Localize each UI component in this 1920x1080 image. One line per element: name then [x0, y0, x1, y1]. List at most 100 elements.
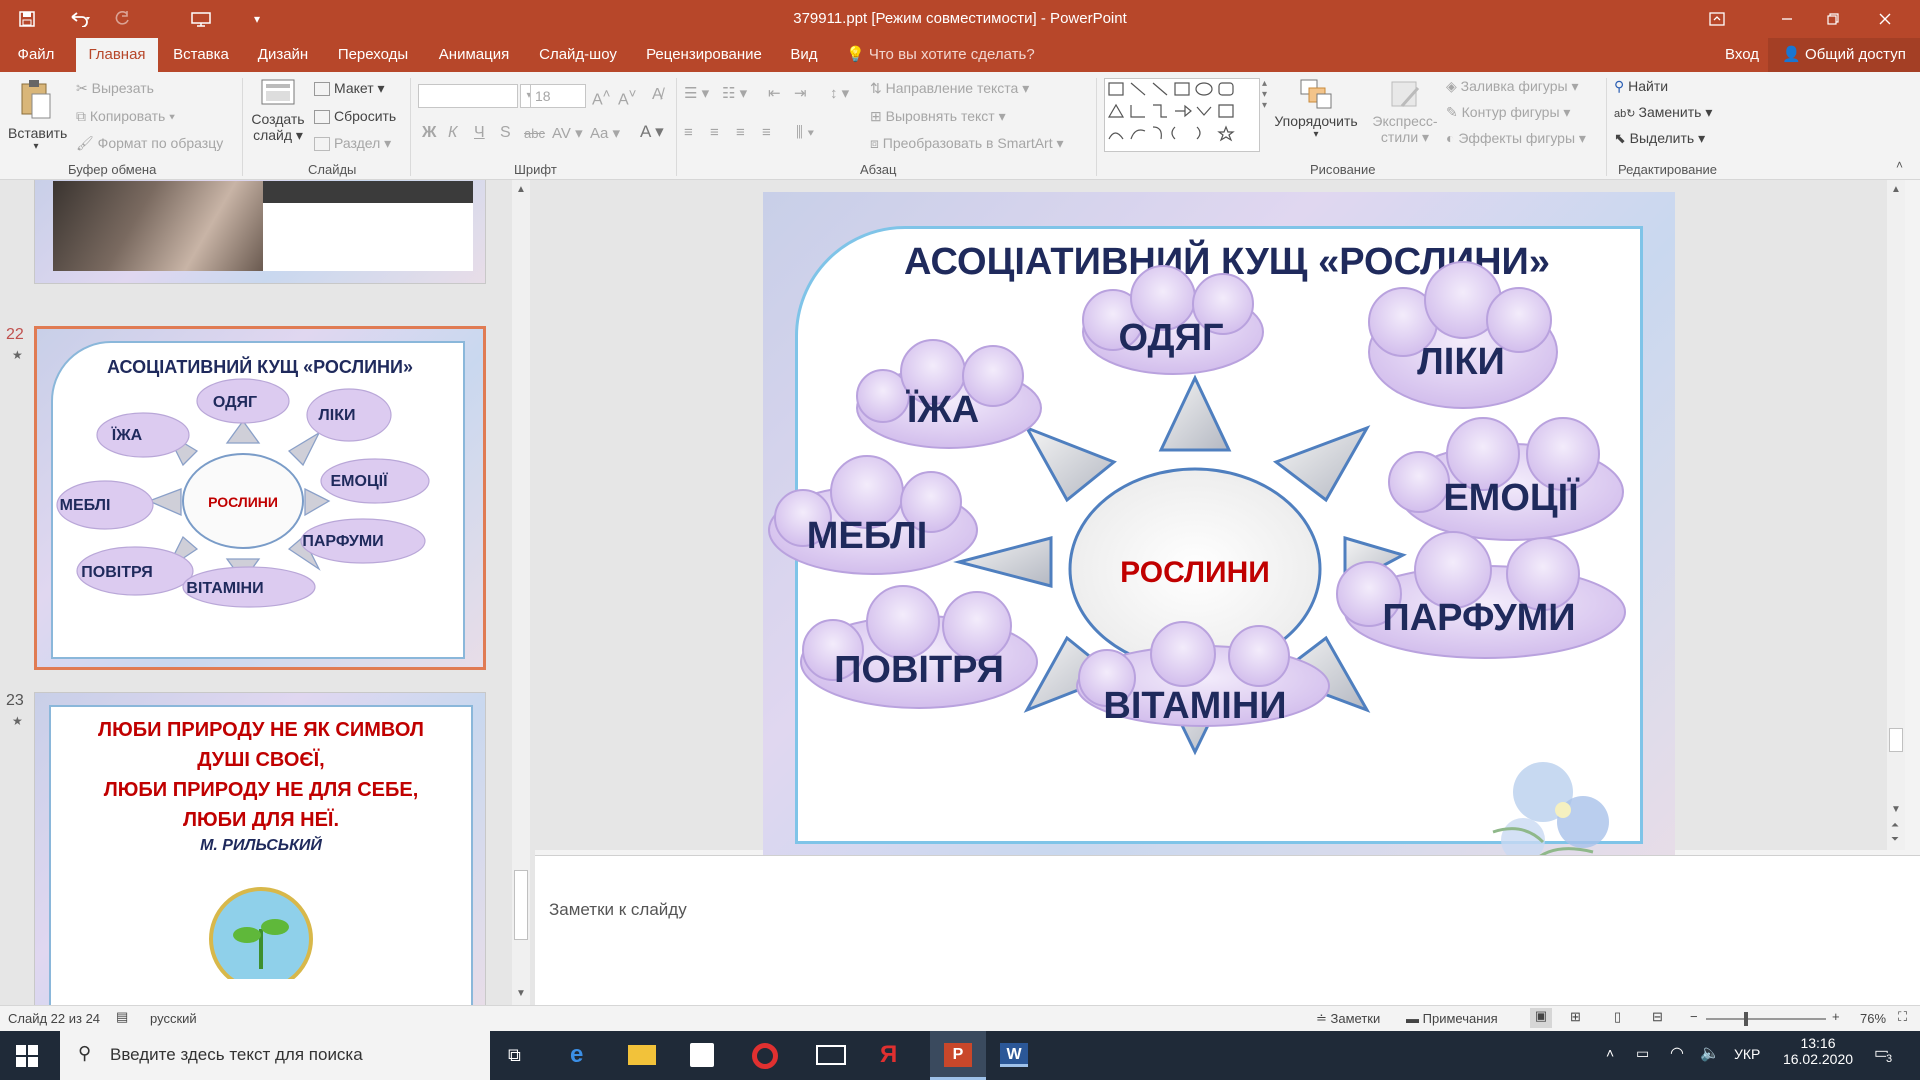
shape-fill-button[interactable]: ◈ Заливка фигуры ▾: [1446, 78, 1579, 95]
shadow-button[interactable]: S: [500, 124, 511, 142]
change-case-button[interactable]: Aa ▾: [590, 124, 620, 142]
volume-icon[interactable]: 🔈: [1700, 1043, 1720, 1063]
decrease-indent-button[interactable]: ⇤: [768, 84, 781, 102]
language-indicator[interactable]: русский: [150, 1011, 197, 1026]
line-spacing-button[interactable]: ↕ ▾: [830, 84, 849, 102]
word-icon[interactable]: W: [1000, 1043, 1028, 1067]
minimize-icon[interactable]: [1764, 0, 1810, 38]
numbering-button[interactable]: ☷ ▾: [722, 84, 747, 102]
scroll-up-icon[interactable]: ▲: [516, 184, 526, 195]
strikethrough-button[interactable]: abc: [524, 126, 545, 141]
tab-slideshow[interactable]: Слайд-шоу: [530, 38, 626, 72]
format-painter-button[interactable]: 🖌 Формат по образцу: [76, 135, 223, 152]
quick-styles-button[interactable]: Экспресс- стили ▾: [1366, 78, 1444, 146]
columns-button[interactable]: ⫼ ▾: [796, 124, 814, 141]
scroll-down-icon[interactable]: ▼: [516, 988, 526, 999]
tab-design[interactable]: Дизайн: [248, 38, 318, 72]
store-icon[interactable]: [690, 1043, 714, 1067]
new-slide-button[interactable]: Создать слайд ▾: [248, 78, 308, 144]
decrease-font-icon[interactable]: A˅: [618, 86, 636, 109]
edge-browser-icon[interactable]: e: [570, 1041, 583, 1069]
mail-icon[interactable]: [816, 1045, 846, 1065]
yandex-browser-icon[interactable]: Я: [880, 1041, 897, 1069]
slideshow-view-icon[interactable]: ⊟: [1652, 1009, 1663, 1025]
comments-toggle[interactable]: ▬ Примечания: [1406, 1011, 1498, 1026]
font-name-input[interactable]: [418, 84, 518, 108]
notes-toggle[interactable]: ≐ Заметки: [1316, 1011, 1380, 1027]
layout-button[interactable]: Макет ▾: [314, 80, 385, 97]
reset-button[interactable]: Сбросить: [314, 108, 396, 125]
copy-button[interactable]: ⧉ Копировать ▾: [76, 108, 175, 125]
battery-icon[interactable]: ▭: [1636, 1045, 1649, 1062]
next-slide-icon[interactable]: ⏷: [1891, 834, 1899, 845]
slide-thumbnail-22[interactable]: АСОЦІАТИВНИЙ КУЩ «РОСЛИНИ» РОСЛИНИ ОДЯГ …: [34, 326, 486, 670]
spellcheck-icon[interactable]: ▤: [116, 1009, 128, 1025]
tab-review[interactable]: Рецензирование: [636, 38, 772, 72]
increase-font-icon[interactable]: A˄: [592, 86, 610, 109]
increase-indent-button[interactable]: ⇥: [794, 84, 807, 102]
clock[interactable]: 13:16 16.02.2020: [1778, 1035, 1858, 1067]
normal-view-button[interactable]: ▣: [1530, 1008, 1552, 1028]
opera-browser-icon[interactable]: [752, 1043, 778, 1069]
ribbon-display-options-icon[interactable]: [1694, 0, 1740, 38]
task-view-icon[interactable]: ⧉: [508, 1045, 521, 1066]
sign-in-link[interactable]: Вход: [1720, 38, 1764, 72]
previous-slide-icon[interactable]: ⏶: [1891, 820, 1899, 831]
zoom-slider-thumb[interactable]: [1744, 1012, 1748, 1026]
zoom-slider[interactable]: [1706, 1012, 1826, 1026]
notifications-icon[interactable]: ▭ 3: [1874, 1043, 1893, 1065]
align-text-button[interactable]: ⊞ Выровнять текст ▾: [870, 108, 1006, 125]
editor-scrollbar[interactable]: ▲ ▼ ⏶ ⏷: [1887, 180, 1905, 850]
slide-thumbnail-21[interactable]: [34, 180, 486, 284]
select-button[interactable]: ⬉ Выделить ▾: [1614, 130, 1705, 147]
scroll-thumb[interactable]: [514, 870, 528, 940]
shape-outline-button[interactable]: ✎ Контур фигуры ▾: [1446, 104, 1570, 121]
underline-button[interactable]: Ч: [474, 124, 485, 142]
shape-effects-button[interactable]: ◐ Эффекты фигуры ▾: [1446, 130, 1586, 147]
wifi-icon[interactable]: ◠: [1670, 1043, 1684, 1063]
align-left-button[interactable]: ≡: [684, 124, 693, 141]
arrange-button[interactable]: Упорядочить ▾: [1270, 78, 1362, 140]
cut-button[interactable]: ✂ Вырезать: [76, 80, 154, 97]
font-color-button[interactable]: A ▾: [640, 122, 664, 142]
justify-button[interactable]: ≡: [762, 124, 771, 141]
close-icon[interactable]: [1862, 0, 1908, 38]
taskbar-search-box[interactable]: ⚲ Введите здесь текст для поиска: [60, 1031, 490, 1080]
tab-animations[interactable]: Анимация: [426, 38, 522, 72]
powerpoint-taskbar-button[interactable]: P: [930, 1031, 986, 1080]
windows-start-icon[interactable]: [16, 1045, 38, 1072]
clear-formatting-icon[interactable]: A̸: [652, 86, 663, 104]
char-spacing-button[interactable]: AV ▾: [552, 124, 583, 142]
slide-sorter-icon[interactable]: ⊞: [1570, 1009, 1581, 1025]
align-center-button[interactable]: ≡: [710, 124, 719, 141]
bold-button[interactable]: Ж: [422, 124, 436, 142]
file-explorer-icon[interactable]: [628, 1045, 656, 1065]
tab-home[interactable]: Главная: [76, 38, 158, 72]
paste-button[interactable]: Вставить ▾: [8, 78, 67, 152]
align-right-button[interactable]: ≡: [736, 124, 745, 141]
input-language[interactable]: УКР: [1734, 1046, 1760, 1062]
restore-icon[interactable]: [1810, 0, 1856, 38]
replace-button[interactable]: ab↻ Заменить ▾: [1614, 104, 1712, 121]
fit-slide-icon[interactable]: ⛶: [1898, 1009, 1907, 1025]
zoom-out-icon[interactable]: −: [1690, 1009, 1698, 1024]
smartart-button[interactable]: ⧈ Преобразовать в SmartArt ▾: [870, 135, 1064, 152]
share-button[interactable]: 👤 Общий доступ: [1768, 38, 1920, 72]
zoom-level[interactable]: 76%: [1860, 1011, 1886, 1026]
tab-insert[interactable]: Вставка: [166, 38, 236, 72]
scroll-thumb[interactable]: [1889, 728, 1903, 752]
thumbnail-scrollbar[interactable]: ▲ ▼: [512, 180, 530, 1005]
shapes-gallery[interactable]: [1104, 78, 1260, 152]
text-direction-button[interactable]: ⇅ Направление текста ▾: [870, 80, 1029, 97]
slide-thumbnail-23[interactable]: ЛЮБИ ПРИРОДУ НЕ ЯК СИМВОЛ ДУШІ СВОЄЇ, ЛЮ…: [34, 692, 486, 1005]
main-slide[interactable]: АСОЦІАТИВНИЙ КУЩ «РОСЛИНИ» РОСЛИНИ ОДЯГ …: [763, 192, 1675, 876]
scroll-down-icon[interactable]: ▼: [1891, 804, 1901, 815]
tell-me-box[interactable]: 💡 Что вы хотите сделать?: [846, 38, 1036, 72]
notes-pane[interactable]: Заметки к слайду: [535, 855, 1920, 1005]
collapse-ribbon-icon[interactable]: ˄: [1896, 158, 1903, 172]
section-button[interactable]: Раздел ▾: [314, 135, 391, 152]
zoom-in-icon[interactable]: +: [1832, 1009, 1840, 1024]
scroll-up-icon[interactable]: ▲: [1891, 184, 1901, 195]
show-hidden-icons[interactable]: ˄: [1606, 1045, 1614, 1061]
tab-file[interactable]: Файл: [6, 38, 66, 72]
